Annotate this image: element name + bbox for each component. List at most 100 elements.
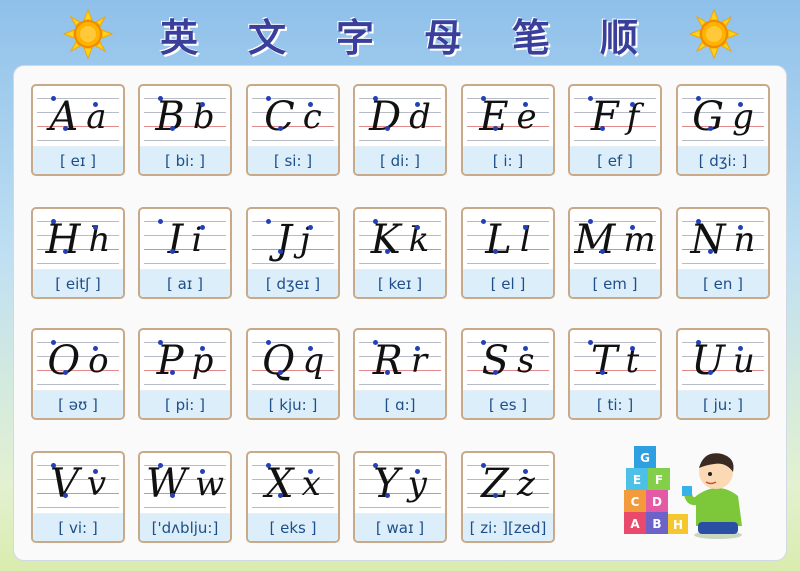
phonetic-label: ['dʌblju:] bbox=[140, 513, 230, 541]
uppercase-letter: V bbox=[49, 461, 79, 507]
letter-glyphs: Ff bbox=[572, 90, 658, 144]
letter-card-g: Gg[ dʒi: ] bbox=[676, 84, 770, 176]
stroke-start-dot-icon bbox=[51, 463, 56, 468]
letter-glyphs: Vv bbox=[35, 457, 121, 511]
phonetic-label: [ dʒeɪ ] bbox=[248, 269, 338, 297]
letter-card-z: Zz[ zi: ][zed] bbox=[461, 451, 555, 543]
lowercase-letter: g bbox=[732, 97, 754, 137]
phonetic-label: [ es ] bbox=[463, 390, 553, 418]
uppercase-letter: W bbox=[145, 461, 187, 507]
stroke-start-dot-icon bbox=[51, 96, 56, 101]
stroke-start-dot-icon bbox=[385, 126, 390, 131]
stroke-start-dot-icon bbox=[308, 469, 313, 474]
phonetic-label: [ bi: ] bbox=[140, 146, 230, 174]
uppercase-letter: O bbox=[47, 338, 81, 384]
stroke-start-dot-icon bbox=[170, 126, 175, 131]
lowercase-letter: h bbox=[88, 220, 111, 260]
phonetic-label: [ si: ] bbox=[248, 146, 338, 174]
stroke-start-dot-icon bbox=[51, 219, 56, 224]
phonetic-label: [ di: ] bbox=[355, 146, 445, 174]
stroke-start-dot-icon bbox=[493, 493, 498, 498]
letter-glyphs: Ii bbox=[142, 213, 228, 267]
uppercase-letter: L bbox=[485, 217, 512, 263]
uppercase-letter: K bbox=[370, 217, 401, 263]
header: 英 文 字 母 笔 顺 bbox=[0, 0, 800, 66]
phonetic-label: [ vi: ] bbox=[33, 513, 123, 541]
letter-glyphs: Pp bbox=[142, 334, 228, 388]
phonetic-label: [ waɪ ] bbox=[355, 513, 445, 541]
stroke-start-dot-icon bbox=[481, 340, 486, 345]
lowercase-letter: u bbox=[732, 341, 755, 381]
letter-glyphs: Gg bbox=[680, 90, 766, 144]
letter-glyphs: Ll bbox=[465, 213, 551, 267]
stroke-start-dot-icon bbox=[373, 340, 378, 345]
letter-glyphs: Aa bbox=[35, 90, 121, 144]
stroke-start-dot-icon bbox=[493, 126, 498, 131]
letter-glyphs: Ee bbox=[465, 90, 551, 144]
letter-glyphs: Cc bbox=[250, 90, 336, 144]
stroke-start-dot-icon bbox=[266, 463, 271, 468]
stroke-start-dot-icon bbox=[481, 219, 486, 224]
letter-card-a: Aa[ eɪ ] bbox=[31, 84, 125, 176]
letter-card-k: Kk[ keɪ ] bbox=[353, 207, 447, 299]
letter-glyphs: Uu bbox=[680, 334, 766, 388]
uppercase-letter: X bbox=[265, 461, 294, 507]
stroke-start-dot-icon bbox=[158, 463, 163, 468]
stroke-start-dot-icon bbox=[63, 493, 68, 498]
phonetic-label: [ keɪ ] bbox=[355, 269, 445, 297]
uppercase-letter: J bbox=[275, 217, 292, 263]
letter-card-r: Rr[ ɑ:] bbox=[353, 328, 447, 420]
stroke-start-dot-icon bbox=[415, 346, 420, 351]
stroke-start-dot-icon bbox=[600, 126, 605, 131]
stroke-start-dot-icon bbox=[278, 370, 283, 375]
phonetic-label: [ əʊ ] bbox=[33, 390, 123, 418]
letter-card-c: Cc[ si: ] bbox=[246, 84, 340, 176]
block-letter: A bbox=[630, 517, 640, 531]
uppercase-letter: C bbox=[264, 94, 295, 140]
uppercase-letter: Z bbox=[481, 461, 509, 507]
letter-card-p: Pp[ pi: ] bbox=[138, 328, 232, 420]
letter-card-s: Ss[ es ] bbox=[461, 328, 555, 420]
letter-glyphs: Bb bbox=[142, 90, 228, 144]
phonetic-label: [ eks ] bbox=[248, 513, 338, 541]
block-letter: G bbox=[640, 451, 650, 465]
stroke-start-dot-icon bbox=[51, 340, 56, 345]
stroke-start-dot-icon bbox=[481, 96, 486, 101]
phonetic-label: [ pi: ] bbox=[140, 390, 230, 418]
letter-card-q: Qq [ kju: ] bbox=[246, 328, 340, 420]
lowercase-letter: m bbox=[623, 220, 656, 260]
phonetic-label: [ kju: ] bbox=[248, 390, 338, 418]
letter-card-f: Ff[ ef ] bbox=[568, 84, 662, 176]
title-char: 字 bbox=[335, 15, 376, 60]
stroke-start-dot-icon bbox=[696, 340, 701, 345]
stroke-start-dot-icon bbox=[523, 225, 528, 230]
phonetic-label: [ ef ] bbox=[570, 146, 660, 174]
phonetic-label: [ ti: ] bbox=[570, 390, 660, 418]
block-letter: F bbox=[655, 473, 663, 487]
phonetic-label: [ zi: ][zed] bbox=[463, 513, 553, 541]
uppercase-letter: Q bbox=[261, 338, 295, 384]
stroke-start-dot-icon bbox=[696, 96, 701, 101]
stroke-start-dot-icon bbox=[93, 346, 98, 351]
uppercase-letter: H bbox=[45, 217, 81, 263]
stroke-start-dot-icon bbox=[93, 225, 98, 230]
stroke-start-dot-icon bbox=[415, 225, 420, 230]
letter-glyphs: Zz bbox=[465, 457, 551, 511]
lowercase-letter: q bbox=[302, 341, 325, 381]
stroke-start-dot-icon bbox=[708, 249, 713, 254]
stroke-start-dot-icon bbox=[523, 346, 528, 351]
stroke-start-dot-icon bbox=[308, 102, 313, 107]
stroke-start-dot-icon bbox=[600, 249, 605, 254]
uppercase-letter: G bbox=[692, 94, 725, 140]
letter-card-e: Ee[ i: ] bbox=[461, 84, 555, 176]
alphabet-panel: Aa[ eɪ ] Bb[ bi: ] Cc[ si: ] Dd[ di: ] Ee[ i… bbox=[14, 66, 786, 560]
block-letter: H bbox=[673, 518, 683, 532]
stroke-start-dot-icon bbox=[170, 493, 175, 498]
stroke-start-dot-icon bbox=[266, 96, 271, 101]
phonetic-label: [ el ] bbox=[463, 269, 553, 297]
child-with-blocks-icon: A B C D E F G H bbox=[624, 446, 742, 539]
letter-glyphs: Yy bbox=[357, 457, 443, 511]
stroke-start-dot-icon bbox=[696, 219, 701, 224]
stroke-start-dot-icon bbox=[158, 96, 163, 101]
uppercase-letter: E bbox=[479, 94, 509, 140]
